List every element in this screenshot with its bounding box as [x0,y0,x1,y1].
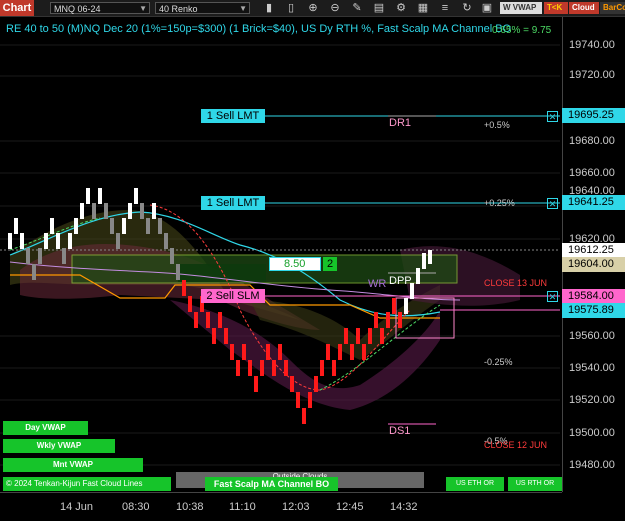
position-pnl-value: 8.50 [284,258,306,270]
chevron-down-icon: ▼ [139,4,147,13]
fast-scalp-button[interactable]: Fast Scalp MA Channel BO [205,477,338,491]
camera-icon[interactable]: ▣ [480,1,494,15]
time-label: 14:32 [390,501,418,513]
chart-tab[interactable]: Chart [0,0,34,16]
close-13-jun-label: CLOSE 13 JUN [484,278,548,288]
properties-icon[interactable]: ▤ [372,1,386,15]
us-eth-or-button[interactable]: US ETH OR [446,477,504,491]
sell-stop-order[interactable]: 2 Sell SLM [201,289,265,303]
time-axis[interactable]: 14 Jun 08:30 10:38 11:10 12:03 12:45 14:… [0,492,562,521]
w-vwap-button[interactable]: W VWAP [500,2,542,14]
order-price-tag-3: 19584.00 [562,289,625,304]
strategy-icon[interactable]: ⚙ [394,1,408,15]
time-label: 11:10 [229,501,256,513]
data-box-icon[interactable]: ≡ [438,1,452,15]
price-tag-19575: 19575.89 [562,303,625,318]
chart-title: RE 40 to 50 (M)NQ Dec 20 (1%=150p=$300) … [6,23,512,35]
bar-style-icon[interactable]: ▮ [262,1,276,15]
barcolor-button[interactable]: BarCo [600,2,625,14]
price-tick: 19520.00 [569,394,615,406]
wr-label: WR [368,278,387,290]
time-label: 10:38 [176,501,204,513]
position-quantity[interactable]: 2 [323,257,337,271]
dr1-label: DR1 [389,117,412,129]
time-label: 14 Jun [60,501,94,513]
price-tick: 19720.00 [569,69,615,81]
tk-button[interactable]: T<K [544,2,568,14]
plus-half-pct-label: +0.5% [484,120,510,130]
price-tick: 19540.00 [569,362,615,374]
time-label: 12:45 [336,501,364,513]
monthly-vwap-button[interactable]: Mnt VWAP [3,458,143,472]
last-price-tag: 19612.25 [562,243,625,258]
price-tick: 19740.00 [569,39,615,51]
minus-quarter-pct-label: -0.25% [484,357,513,367]
time-label: 12:03 [282,501,310,513]
instrument-value: MNQ 06-24 [54,4,101,14]
chart-trader-icon[interactable]: ▦ [416,1,430,15]
price-tick: 19500.00 [569,427,615,439]
weekly-vwap-button[interactable]: Wkly VWAP [3,439,115,453]
cancel-order-2-icon[interactable]: ✕ [547,198,558,209]
bar-type-selector[interactable]: 40 Renko ▼ [155,2,250,14]
indicator-icon[interactable]: ▯ [284,1,298,15]
chart-toolbar: Chart MNQ 06-24 ▼ 40 Renko ▼ ▮ ▯ ⊕ ⊖ ✎ ▤… [0,0,625,17]
zoom-in-icon[interactable]: ⊕ [306,1,320,15]
cloud-button[interactable]: Cloud [569,2,599,14]
range-zone-inner [178,264,266,282]
instrument-selector[interactable]: MNQ 06-24 ▼ [50,2,150,14]
cancel-order-1-icon[interactable]: ✕ [547,111,558,122]
us-rth-or-button[interactable]: US RTH OR [508,477,562,491]
time-label: 08:30 [122,501,150,513]
price-tag-19604: 19604.00 [562,257,625,272]
order-price-tag-1: 19695.25 [562,108,625,123]
close-12-jun-label: CLOSE 12 JUN [484,440,548,450]
price-tick: 19660.00 [569,167,615,179]
position-pnl[interactable]: 8.50 [269,257,321,271]
cancel-order-3-icon[interactable]: ✕ [547,291,558,302]
order-price-tag-2: 19641.25 [562,195,625,210]
rotate-icon[interactable]: ↻ [460,1,474,15]
percent-readout: 0.65% = 9.75 [492,25,552,36]
price-tick: 19680.00 [569,135,615,147]
chevron-down-icon: ▼ [239,4,247,13]
price-tick: 19560.00 [569,330,615,342]
dpp-label: DPP [389,275,412,287]
price-tick: 19480.00 [569,459,615,471]
draw-tool-icon[interactable]: ✎ [350,1,364,15]
day-vwap-button[interactable]: Day VWAP [3,421,88,435]
sell-limit-order-2[interactable]: 1 Sell LMT [201,196,265,210]
copyright-label: © 2024 Tenkan-Kijun Fast Cloud Lines [3,477,171,491]
bar-type-value: 40 Renko [159,4,198,14]
zoom-out-icon[interactable]: ⊖ [328,1,342,15]
plus-quarter-pct-label: +0.25% [484,198,515,208]
ds1-label: DS1 [389,425,411,437]
sell-limit-order-1[interactable]: 1 Sell LMT [201,109,265,123]
